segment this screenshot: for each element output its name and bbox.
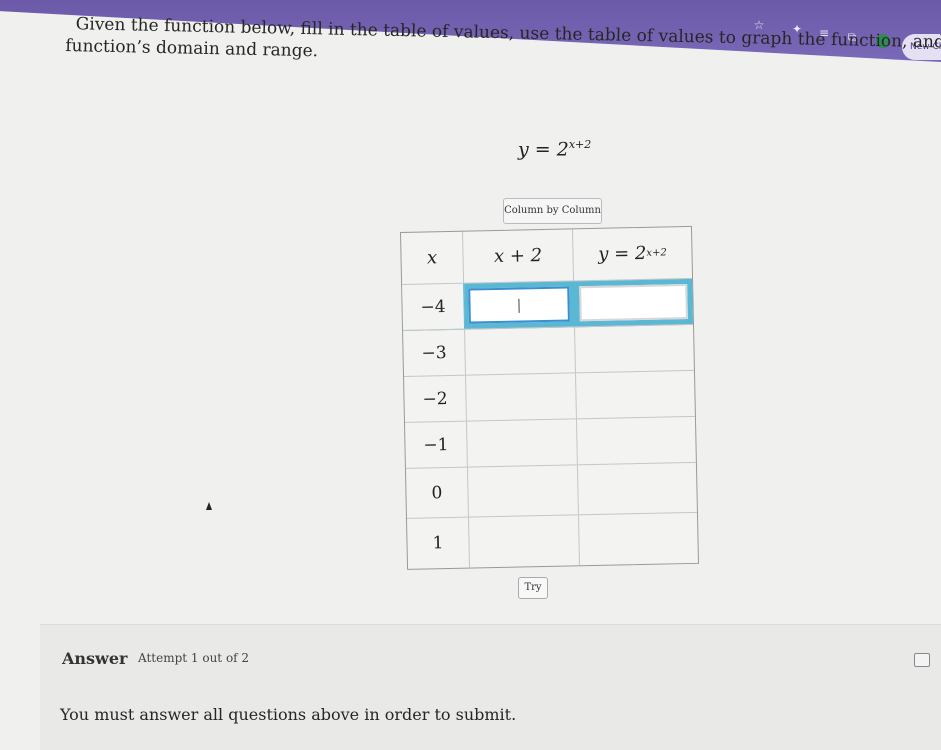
y-input[interactable]: [576, 371, 695, 418]
x-value: 1: [407, 517, 471, 569]
equation-base: y = 2: [518, 138, 569, 161]
y-cell: [574, 279, 693, 326]
table-row: −4 |: [402, 278, 694, 331]
y-input[interactable]: [577, 417, 696, 464]
table-row: −1: [404, 416, 696, 469]
x-plus-2-input[interactable]: [468, 515, 581, 568]
y-input[interactable]: [578, 463, 697, 514]
x-value: 0: [405, 467, 469, 518]
table-row: −2: [404, 370, 695, 423]
table-row: 0: [405, 462, 697, 519]
table-row: −3: [403, 324, 694, 377]
x-plus-2-input[interactable]: [467, 465, 579, 517]
x-plus-2-cell: |: [464, 281, 576, 329]
x-plus-2-input[interactable]: |: [468, 286, 570, 324]
submit-message: You must answer all questions above in o…: [60, 705, 517, 724]
function-equation: y = 2x+2: [518, 138, 591, 160]
y-input[interactable]: [578, 283, 689, 322]
y-input[interactable]: [575, 325, 694, 372]
x-value: −3: [403, 329, 467, 376]
answer-label: Answer: [62, 649, 128, 668]
header-y-exponent: x+2: [646, 247, 667, 259]
answer-panel: Answer Attempt 1 out of 2 You must answe…: [40, 624, 941, 750]
header-x-plus-2: x + 2: [463, 229, 575, 283]
header-x: x: [401, 231, 465, 284]
header-y: y = 2 x+2: [573, 227, 692, 280]
x-plus-2-input[interactable]: [466, 373, 577, 421]
table-row: 1: [407, 513, 698, 569]
x-plus-2-input[interactable]: [465, 327, 576, 375]
x-value: −1: [404, 421, 468, 468]
column-by-column-button[interactable]: Column by Column: [503, 198, 602, 224]
mouse-cursor-icon: [206, 502, 212, 510]
try-button[interactable]: Try: [518, 577, 548, 599]
x-plus-2-input[interactable]: [466, 419, 578, 467]
equation-exponent: x+2: [568, 138, 592, 151]
x-value: −2: [404, 375, 467, 422]
attempt-counter: Attempt 1 out of 2: [138, 651, 250, 665]
values-table: x x + 2 y = 2 x+2 −4 | −3 −2 −1 0 1: [400, 225, 700, 570]
table-header-row: x x + 2 y = 2 x+2: [401, 226, 693, 285]
question-line-2: function’s domain and range.: [65, 35, 319, 62]
y-input[interactable]: [579, 513, 698, 565]
header-y-base: y = 2: [598, 242, 647, 265]
x-value: −4: [402, 283, 466, 330]
keyboard-icon[interactable]: [914, 653, 930, 667]
